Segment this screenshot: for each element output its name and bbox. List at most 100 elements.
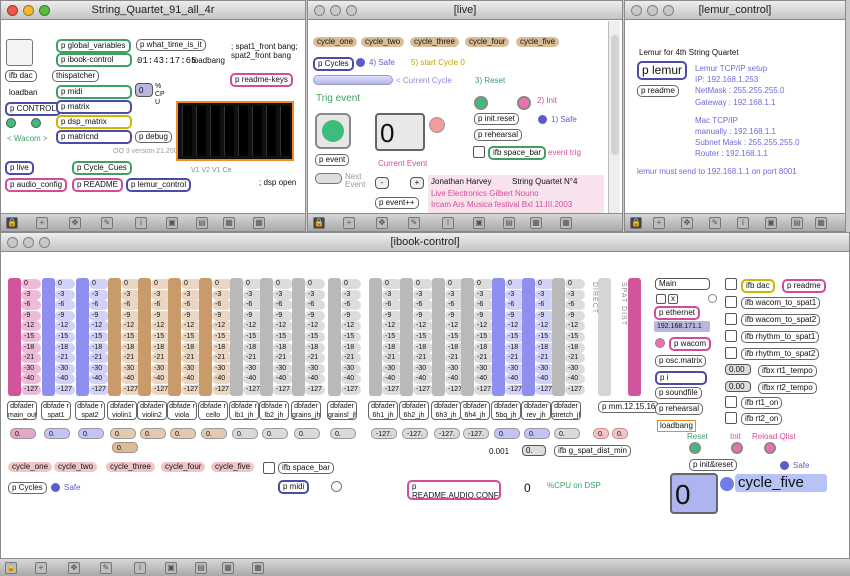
toggle-a[interactable] xyxy=(656,294,666,304)
space-bar-toggle[interactable] xyxy=(473,146,485,158)
fader-label[interactable]: dbfader 6h2_jh xyxy=(399,401,429,420)
live-cycle-one[interactable]: cycle_one xyxy=(313,37,358,47)
window2-icon[interactable]: ▤ xyxy=(791,217,803,229)
fader-strip[interactable] xyxy=(199,278,212,396)
p-cycle-cues[interactable]: p Cycle_Cues xyxy=(72,161,132,175)
ibook-safe2-led[interactable] xyxy=(780,461,789,470)
p-live[interactable]: p live xyxy=(5,161,34,175)
fader-value[interactable]: -127. xyxy=(402,428,428,439)
rhythm-to-spat1[interactable]: ifb rhythm_to_spat1 xyxy=(741,331,820,343)
live-p-cycles[interactable]: p Cycles xyxy=(313,57,354,71)
fader-value[interactable]: 0. xyxy=(262,428,288,439)
fader-label[interactable]: dbfader violin1 xyxy=(107,401,137,420)
live-cycle-three[interactable]: cycle_three xyxy=(410,37,459,47)
rt1-on[interactable]: ifb rt1_on xyxy=(741,397,783,409)
live-scrollbar[interactable] xyxy=(608,21,620,213)
p-audio-config[interactable]: p audio_config xyxy=(5,178,68,192)
fader-strip[interactable] xyxy=(522,278,535,396)
add-icon[interactable]: + xyxy=(653,217,665,229)
move-icon[interactable]: ✥ xyxy=(68,562,80,574)
readme-keys[interactable]: p readme-keys xyxy=(230,73,293,87)
wacom-to-spat2[interactable]: ifb wacom_to_spat2 xyxy=(741,314,821,326)
ibook-cycle-three[interactable]: cycle_three xyxy=(106,462,155,472)
zoom-button[interactable] xyxy=(39,237,50,248)
fader-value[interactable]: 0. xyxy=(78,428,104,439)
zoom-button[interactable] xyxy=(663,5,674,16)
fader-value[interactable]: 0. xyxy=(524,428,550,439)
grid-icon[interactable]: ▦ xyxy=(530,217,542,229)
rt2-tempo-value[interactable]: 0.00 xyxy=(725,381,751,392)
ibook-reload-led[interactable] xyxy=(764,442,776,454)
init-led[interactable] xyxy=(517,96,531,110)
ibook-ifb-dac[interactable]: ifb dac xyxy=(741,279,775,293)
minimize-button[interactable] xyxy=(23,5,34,16)
p-i[interactable]: p i xyxy=(655,371,707,385)
menu-led[interactable] xyxy=(708,294,717,303)
loadbang-1[interactable]: loadbang xyxy=(192,56,225,66)
fader-label[interactable]: dbfader violin2 xyxy=(137,401,167,420)
fader-label[interactable]: dbfade r spat2 xyxy=(75,401,105,420)
grid2-icon[interactable]: ▦ xyxy=(252,562,264,574)
graph-icon[interactable]: ✎ xyxy=(408,217,420,229)
loadban[interactable]: loadban xyxy=(9,88,37,98)
fader-strip[interactable] xyxy=(461,278,474,396)
lock-icon[interactable]: 🔓 xyxy=(5,562,17,574)
midi-led[interactable] xyxy=(331,481,342,492)
fader-label[interactable]: dbfade r lb1_jh xyxy=(229,401,259,420)
zoom-button[interactable] xyxy=(39,5,50,16)
fader-strip[interactable] xyxy=(400,278,413,396)
fader-value[interactable]: -127. xyxy=(463,428,489,439)
fader-label[interactable]: dbfade r lb2_jh xyxy=(259,401,289,420)
window2-icon[interactable]: ▤ xyxy=(196,217,208,229)
ibook-p-cycles[interactable]: p Cycles xyxy=(8,482,47,494)
fader-strip[interactable] xyxy=(260,278,273,396)
fader-label[interactable]: dbfader 6h1_jh xyxy=(368,401,398,420)
fader-value[interactable]: -127. xyxy=(434,428,460,439)
fader-value[interactable]: 0. xyxy=(110,428,136,439)
p-matricnd[interactable]: p matricnd xyxy=(56,130,132,144)
info-icon[interactable]: i xyxy=(442,217,454,229)
move-icon[interactable]: ✥ xyxy=(69,217,81,229)
fader-value[interactable]: 0. xyxy=(294,428,320,439)
graph-icon[interactable]: ✎ xyxy=(100,562,112,574)
fader-label[interactable]: dbfader main_out xyxy=(7,401,37,420)
plus-button[interactable]: + xyxy=(410,177,424,189)
window-icon[interactable]: ▣ xyxy=(473,217,485,229)
add-icon[interactable]: + xyxy=(343,217,355,229)
spat-front-bang-msg[interactable]: ; spat1_front bang; spat2_front bang xyxy=(231,42,303,60)
grid-icon[interactable]: ▦ xyxy=(222,562,234,574)
rhythm-spat1-toggle[interactable] xyxy=(725,330,737,342)
ibook-cycle-one[interactable]: cycle_one xyxy=(8,462,53,472)
fader-label[interactable]: dbfade r viola xyxy=(167,401,197,420)
window2-icon[interactable]: ▤ xyxy=(195,562,207,574)
spat-dist-strip[interactable] xyxy=(628,278,641,396)
wacom-spat2-toggle[interactable] xyxy=(725,313,737,325)
trig-event-button[interactable] xyxy=(315,113,351,149)
fader-strip[interactable] xyxy=(492,278,505,396)
ibook-control-object[interactable]: p ibook-control xyxy=(56,53,132,67)
lock-icon[interactable]: 🔒 xyxy=(313,217,325,229)
p-ethernet[interactable]: p ethernet xyxy=(654,306,701,320)
p-osc-matrix[interactable]: p osc.matrix xyxy=(655,355,707,367)
fader-value[interactable]: 0. xyxy=(201,428,227,439)
move-icon[interactable]: ✥ xyxy=(376,217,388,229)
rhythm-spat2-toggle[interactable] xyxy=(725,347,737,359)
fader-strip[interactable] xyxy=(432,278,445,396)
info-icon[interactable]: i xyxy=(135,217,147,229)
p-matrix[interactable]: p matrix xyxy=(56,100,132,114)
fader-strip[interactable] xyxy=(8,278,21,396)
fader-strip[interactable] xyxy=(230,278,243,396)
rt2-on[interactable]: ifb rt2_on xyxy=(741,413,783,425)
fader-label[interactable]: dbfader grainsl_jh xyxy=(327,401,357,420)
fader-value[interactable]: 0. xyxy=(10,428,36,439)
live-cycle-two[interactable]: cycle_two xyxy=(361,37,405,47)
fader-value[interactable]: 0. xyxy=(494,428,520,439)
close-button[interactable] xyxy=(631,5,642,16)
ibook-space-toggle[interactable] xyxy=(263,462,275,474)
fader-strip[interactable] xyxy=(168,278,181,396)
reset-led[interactable] xyxy=(474,96,488,110)
violin1-extra[interactable]: 0. xyxy=(112,442,138,453)
fader-strip[interactable] xyxy=(328,278,341,396)
lemur-titlebar[interactable]: [lemur_control] xyxy=(625,1,845,20)
wacom-spat1-toggle[interactable] xyxy=(725,296,737,308)
